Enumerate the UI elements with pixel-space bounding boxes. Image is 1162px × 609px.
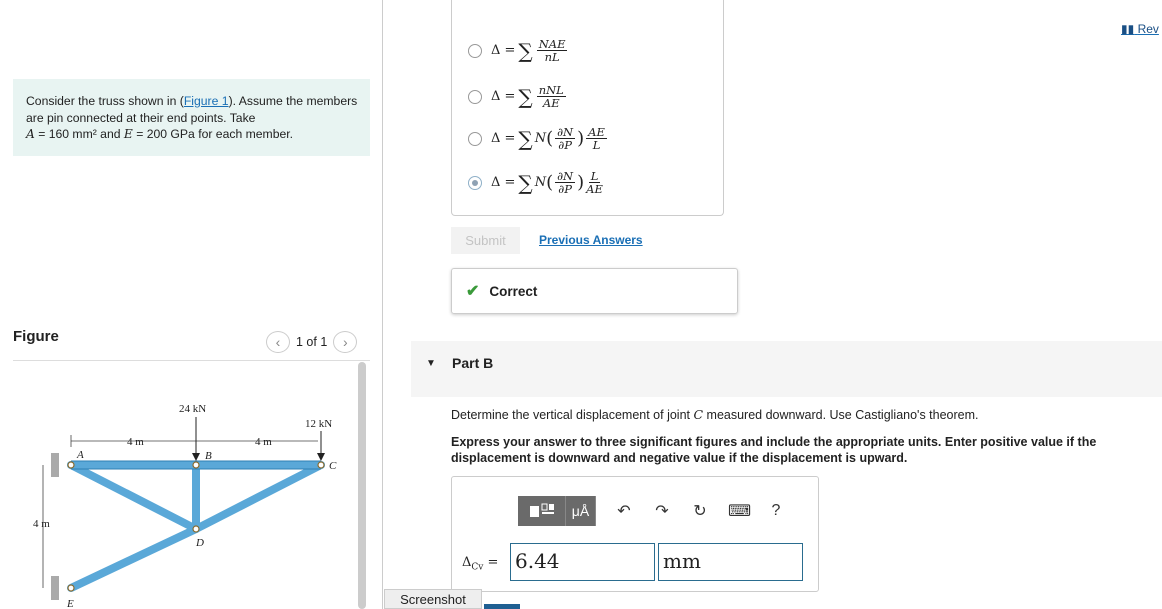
blue-strip — [484, 604, 520, 609]
question-text: Determine the vertical displacement of j… — [451, 408, 694, 422]
joint-b-label: B — [205, 450, 212, 462]
part-a-choices: Δ = ∑ NAE nL Δ = ∑ nNL AE Δ = ∑ N( ∂N ∂P) AE… — [451, 0, 724, 216]
screenshot-tab[interactable]: Screenshot — [384, 589, 482, 609]
joint-c-label: C — [329, 460, 337, 472]
problem-statement: Consider the truss shown in (Figure 1). … — [13, 79, 370, 156]
help-icon[interactable]: ? — [766, 502, 786, 520]
divider — [13, 360, 370, 361]
joint-a-label: A — [76, 449, 84, 461]
figure-scrollbar[interactable] — [358, 362, 366, 609]
units-button[interactable]: μÅ — [566, 496, 596, 526]
templates-icon — [529, 503, 554, 517]
part-b-instructions: Express your answer to three significant… — [451, 435, 1097, 465]
panel-divider — [382, 0, 383, 609]
previous-answers-link[interactable]: Previous Answers — [539, 233, 643, 247]
frac-den: ∂P — [558, 182, 572, 196]
problem-text: Consider the truss shown in ( — [26, 94, 184, 108]
math-toolbar: μÅ ↶ ↷ ↻ ⌨ ? — [518, 496, 786, 526]
undo-icon[interactable]: ↶ — [614, 501, 634, 521]
review-icon: ▮▮ — [1121, 22, 1135, 36]
frac-den: L — [592, 138, 601, 152]
figure-link[interactable]: Figure 1 — [184, 94, 229, 108]
part-b-header[interactable] — [411, 341, 1162, 397]
correct-feedback: ✔ Correct — [451, 268, 738, 314]
radio-3[interactable] — [468, 131, 482, 146]
review-link[interactable]: ▮▮ Rev — [1121, 22, 1159, 36]
next-figure-button[interactable]: › — [333, 331, 358, 353]
frac-den: ∂P — [558, 138, 572, 152]
answer-value-field[interactable]: 6.44 — [510, 543, 655, 581]
problem-text: = 200 GPa for each member. — [132, 127, 294, 141]
choice-2[interactable]: Δ = ∑ nNL AE — [468, 84, 568, 109]
pager-label: 1 of 1 — [296, 335, 328, 349]
answer-subscript: Cv — [471, 562, 484, 573]
dim-ae-label: 4 m — [33, 518, 50, 530]
correct-label: Correct — [489, 283, 538, 299]
truss-figure: 24 kN 12 kN 4 m 4 m 4 m A B C D E — [33, 403, 337, 609]
redo-icon[interactable]: ↷ — [652, 501, 672, 521]
problem-text: = 160 mm² and — [34, 127, 124, 141]
part-b-title: Part B — [452, 355, 494, 371]
joint-d-label: D — [195, 537, 204, 549]
choice-prefix: Δ = — [491, 43, 516, 58]
prev-figure-button[interactable]: ‹ — [266, 331, 290, 353]
choice-prefix: Δ = — [491, 89, 516, 104]
choice-3[interactable]: Δ = ∑ N( ∂N ∂P) AE L — [468, 126, 609, 151]
choice-n: N — [534, 131, 547, 146]
question-joint: C — [693, 407, 704, 422]
frac-den: AE — [586, 182, 603, 196]
choice-1[interactable]: Δ = ∑ NAE nL — [468, 38, 569, 63]
answer-label: ΔCv = — [462, 555, 498, 573]
dim-bc-label: 4 m — [255, 436, 272, 448]
figure-pager: ‹ 1 of 1 › — [266, 331, 358, 353]
load-c-label: 12 kN — [305, 418, 332, 430]
frac-den: AE — [542, 96, 560, 110]
question-text: measured downward. Use Castigliano's the… — [703, 408, 979, 422]
review-label: Rev — [1137, 22, 1159, 36]
checkmark-icon: ✔ — [466, 283, 480, 300]
answer-box: μÅ ↶ ↷ ↻ ⌨ ? ΔCv = 6.44 mm — [451, 476, 819, 592]
figure-title: Figure — [13, 328, 59, 345]
choice-prefix: Δ = — [491, 131, 516, 146]
keyboard-icon[interactable]: ⌨ — [728, 501, 751, 521]
var-a: A — [26, 127, 35, 141]
dim-ab-label: 4 m — [127, 436, 144, 448]
equals-sign: = — [483, 555, 499, 570]
var-e: E — [123, 127, 133, 141]
reset-icon[interactable]: ↻ — [690, 501, 710, 521]
submit-button[interactable]: Submit — [451, 227, 520, 254]
radio-4-selected[interactable] — [468, 175, 482, 190]
answer-unit-field[interactable]: mm — [658, 543, 803, 581]
radio-1[interactable] — [468, 43, 482, 58]
choice-n: N — [534, 175, 547, 190]
delta-symbol: Δ — [462, 555, 472, 570]
templates-button[interactable] — [518, 496, 566, 526]
choice-prefix: Δ = — [491, 175, 516, 190]
frac-den: nL — [544, 50, 560, 64]
collapse-arrow-icon[interactable]: ▼ — [426, 358, 436, 369]
load-b-label: 24 kN — [179, 403, 206, 415]
joint-e-label: E — [66, 598, 74, 609]
choice-4[interactable]: Δ = ∑ N( ∂N ∂P) L AE — [468, 170, 605, 195]
part-b-question: Determine the vertical displacement of j… — [451, 407, 979, 422]
radio-2[interactable] — [468, 89, 482, 104]
